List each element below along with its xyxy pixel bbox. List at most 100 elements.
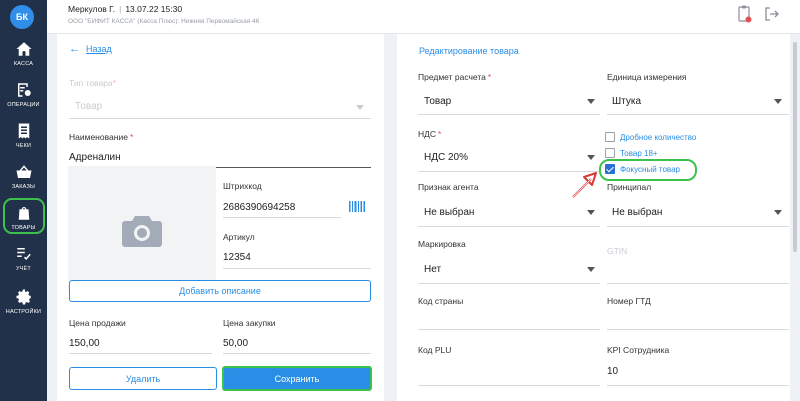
barcode-label: Штрихкод <box>223 181 262 191</box>
agent-label: Признак агента <box>418 182 479 192</box>
product-type-label: Тип товара* <box>69 78 116 88</box>
barcode-input[interactable]: 2686390694258 <box>223 202 295 213</box>
gtd-number-input[interactable] <box>607 329 789 330</box>
kpi-input[interactable]: 10 <box>607 366 618 377</box>
back-label: Назад <box>86 44 112 54</box>
operations-icon <box>17 83 31 97</box>
kpi-label: KPI Сотрудника <box>607 345 670 355</box>
camera-icon <box>122 216 162 247</box>
name-input[interactable]: Адреналин <box>69 152 121 163</box>
sidebar-item-label: НАСТРОЙКИ <box>5 309 42 315</box>
scrollbar[interactable] <box>793 42 797 252</box>
receipt-icon <box>18 123 29 139</box>
sale-price-input[interactable]: 150,00 <box>69 338 100 349</box>
subject-select[interactable]: Товар <box>424 96 451 107</box>
product-form-right: Редактирование товара Предмет расчета * Т… <box>397 34 790 401</box>
divider <box>607 385 789 386</box>
divider <box>223 353 371 354</box>
article-label: Артикул <box>223 232 255 242</box>
delete-button[interactable]: Удалить <box>69 367 217 390</box>
arrow-left-icon: ← <box>69 43 80 55</box>
sidebar-item-label: ЗАКАЗЫ <box>11 184 36 190</box>
divider <box>223 217 341 218</box>
checkbox-fractional[interactable]: Дробное количество <box>605 132 696 142</box>
divider <box>223 268 371 269</box>
subject-label: Предмет расчета * <box>418 72 492 82</box>
marking-select[interactable]: Нет <box>424 264 441 275</box>
principal-label: Принципал <box>607 182 652 192</box>
back-link[interactable]: ← Назад <box>69 43 112 55</box>
header-datetime: 13.07.22 15:30 <box>125 4 183 14</box>
principal-select[interactable]: Не выбран <box>612 207 662 218</box>
logout-icon[interactable] <box>764 6 780 22</box>
sidebar-item-orders[interactable]: ЗАКАЗЫ <box>0 163 47 201</box>
sidebar-item-kassa[interactable]: КАССА <box>0 40 47 78</box>
divider <box>607 114 789 115</box>
gtd-number-label: Номер ГТД <box>607 296 651 306</box>
product-form-left: ← Назад Тип товара* Товар Наименование * … <box>57 34 384 401</box>
purchase-price-label: Цена закупки <box>223 318 276 328</box>
sidebar-item-settings[interactable]: НАСТРОЙКИ <box>0 288 47 326</box>
unit-label: Единица измерения <box>607 72 687 82</box>
name-label: Наименование * <box>69 132 134 142</box>
divider <box>418 226 600 227</box>
checkbox-label: Дробное количество <box>620 132 697 142</box>
annotation-arrow-icon <box>572 172 597 198</box>
barcode-scan-icon[interactable] <box>349 201 365 212</box>
plu-code-label: Код PLU <box>418 345 452 355</box>
plu-code-input[interactable] <box>418 385 600 386</box>
article-input[interactable]: 12354 <box>223 252 251 263</box>
sidebar-item-label: ОПЕРАЦИИ <box>7 102 40 108</box>
clipboard-icon[interactable] <box>738 5 752 23</box>
country-code-label: Код страны <box>418 296 464 306</box>
user-name: Меркулов Г. <box>68 4 116 14</box>
gear-icon <box>16 289 31 305</box>
sidebar-item-label: УЧЁТ <box>16 266 31 272</box>
divider <box>69 118 371 119</box>
chevron-down-icon[interactable] <box>774 99 782 104</box>
vat-label: НДС * <box>418 129 442 139</box>
agent-select[interactable]: Не выбран <box>424 207 474 218</box>
checkbox-box[interactable] <box>605 148 615 158</box>
focus-checkbox-highlight <box>599 159 697 181</box>
sidebar-item-operations[interactable]: ОПЕРАЦИИ <box>0 81 47 119</box>
sidebar-item-receipts[interactable]: ЧЕКИ <box>0 122 47 160</box>
country-code-input[interactable] <box>418 329 600 330</box>
divider <box>418 114 600 115</box>
chevron-down-icon <box>356 105 364 110</box>
org-name: ООО "БИФИТ КАССА" (Касса Плюс): Нижняя П… <box>68 18 260 25</box>
chevron-down-icon[interactable] <box>587 267 595 272</box>
divider <box>69 353 212 354</box>
marking-label: Маркировка <box>418 239 466 249</box>
divider <box>607 283 789 284</box>
purchase-price-input[interactable]: 50,00 <box>223 338 248 349</box>
section-title: Редактирование товара <box>419 46 519 56</box>
chevron-down-icon[interactable] <box>774 210 782 215</box>
sidebar-item-accounting[interactable]: УЧЁТ <box>0 245 47 283</box>
basket-icon <box>16 165 31 178</box>
brand-avatar[interactable]: БК <box>10 5 34 29</box>
sidebar: БК КАССА ОПЕРАЦИИ ЧЕКИ ЗАКАЗЫ ТОВАРЫ УЧЁ… <box>0 0 47 401</box>
save-button[interactable]: Сохранить <box>222 366 372 391</box>
top-header: Меркулов Г. | 13.07.22 15:30 ООО "БИФИТ КА… <box>47 0 800 34</box>
product-photo[interactable] <box>68 166 216 294</box>
unit-select[interactable]: Штука <box>612 96 641 107</box>
sidebar-item-label: ЧЕКИ <box>15 143 32 149</box>
home-icon <box>16 42 31 56</box>
checkbox-adult[interactable]: Товар 18+ <box>605 148 658 158</box>
divider <box>607 226 789 227</box>
sidebar-item-label: КАССА <box>13 61 34 67</box>
checkbox-box[interactable] <box>605 132 615 142</box>
gtin-label: GTIN <box>607 246 628 256</box>
header-user-line: Меркулов Г. | 13.07.22 15:30 <box>68 4 183 14</box>
chevron-down-icon[interactable] <box>587 99 595 104</box>
active-nav-highlight <box>3 198 45 234</box>
chevron-down-icon[interactable] <box>587 210 595 215</box>
vat-select[interactable]: НДС 20% <box>424 152 468 163</box>
chevron-down-icon[interactable] <box>587 155 595 160</box>
add-description-button[interactable]: Добавить описание <box>69 280 371 302</box>
checkbox-label: Товар 18+ <box>620 148 658 158</box>
sale-price-label: Цена продажи <box>69 318 126 328</box>
checklist-icon <box>16 248 31 260</box>
divider <box>418 283 600 284</box>
